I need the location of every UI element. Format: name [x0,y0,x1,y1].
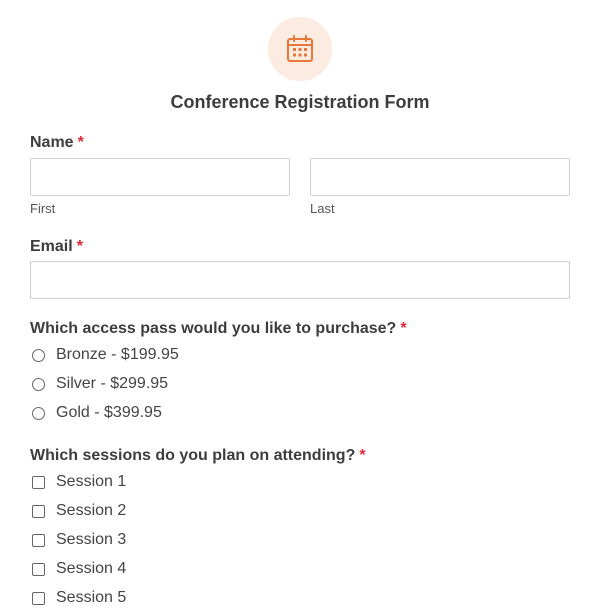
option-label: Session 3 [56,531,127,548]
access-pass-option-silver[interactable]: Silver - $299.95 [32,373,168,395]
required-marker: * [77,134,84,151]
name-label: Name * [30,134,84,152]
required-marker: * [359,447,366,464]
checkbox[interactable] [32,591,45,605]
option-label: Session 1 [56,473,127,490]
email-label-text: Email [30,238,73,255]
option-label: Session 2 [56,502,127,519]
last-name-sublabel: Last [310,201,335,216]
sessions-label: Which sessions do you plan on attending?… [30,447,366,465]
option-label: Session 4 [56,560,127,577]
sessions-question: Which sessions do you plan on attending? [30,447,356,464]
email-label: Email * [30,238,83,256]
access-pass-question: Which access pass would you like to purc… [30,320,397,337]
form-icon-badge [268,17,332,81]
radio-button[interactable] [32,377,45,391]
access-pass-label: Which access pass would you like to purc… [30,320,407,338]
session-option-4[interactable]: Session 4 [32,558,126,580]
access-pass-option-bronze[interactable]: Bronze - $199.95 [32,344,179,366]
session-option-5[interactable]: Session 5 [32,587,126,609]
checkbox[interactable] [32,533,45,547]
radio-button[interactable] [32,348,45,362]
option-label: Bronze - $199.95 [56,346,179,363]
calendar-icon [287,35,313,62]
last-name-input[interactable] [310,158,570,196]
checkbox[interactable] [32,475,45,489]
email-input[interactable] [30,261,570,299]
option-label: Session 5 [56,589,127,606]
checkbox[interactable] [32,504,45,518]
session-option-1[interactable]: Session 1 [32,471,126,493]
option-label: Gold - $399.95 [56,404,162,421]
required-marker: * [400,320,407,337]
access-pass-option-gold[interactable]: Gold - $399.95 [32,402,162,424]
first-name-input[interactable] [30,158,290,196]
session-option-3[interactable]: Session 3 [32,529,126,551]
session-option-2[interactable]: Session 2 [32,500,126,522]
form-title: Conference Registration Form [170,92,430,112]
checkbox[interactable] [32,562,45,576]
radio-button[interactable] [32,406,45,420]
required-marker: * [76,238,83,255]
option-label: Silver - $299.95 [56,375,169,392]
first-name-sublabel: First [30,201,56,216]
name-label-text: Name [30,134,74,151]
